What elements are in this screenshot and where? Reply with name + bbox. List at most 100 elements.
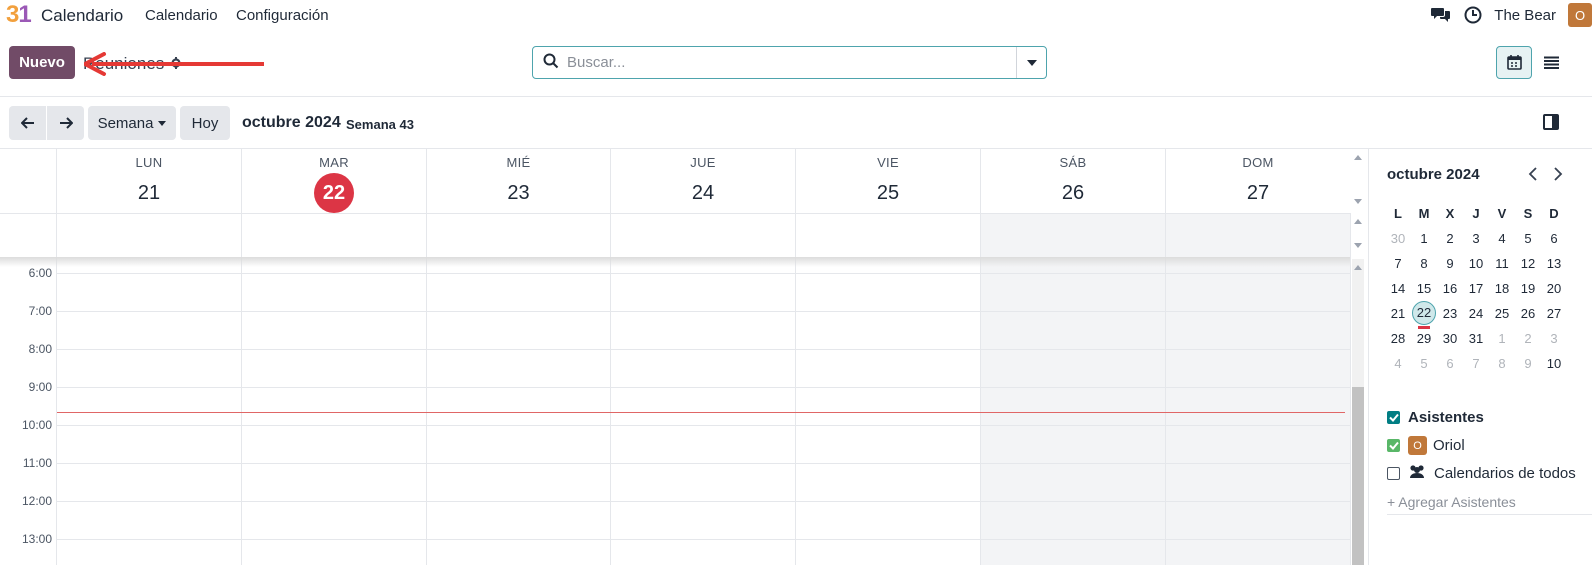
search-input[interactable] — [559, 47, 1016, 78]
mini-day[interactable]: 20 — [1541, 281, 1567, 296]
filter-attendee[interactable]: O Oriol — [1387, 436, 1465, 455]
scale-dropdown[interactable]: Semana — [88, 106, 176, 140]
checkbox-unchecked-icon[interactable] — [1387, 466, 1400, 480]
scroll-down-icon[interactable] — [1354, 199, 1362, 204]
scroll-up-icon[interactable] — [1354, 265, 1362, 270]
scrollbar-thumb[interactable] — [1352, 387, 1364, 565]
mini-day[interactable]: 23 — [1437, 306, 1463, 321]
day-header-sun[interactable]: DOM 27 — [1165, 149, 1350, 213]
calendar-view-button[interactable] — [1496, 46, 1532, 79]
filter-section-label: Asistentes — [1408, 409, 1484, 426]
mini-day[interactable]: 3 — [1463, 231, 1489, 246]
day-header-mon[interactable]: LUN 21 — [56, 149, 241, 213]
calendar-app-logo[interactable]: 31 — [6, 2, 32, 28]
mini-weekday-header: X — [1445, 206, 1455, 221]
day-header-fri[interactable]: VIE 25 — [795, 149, 980, 213]
mini-day[interactable]: 31 — [1463, 331, 1489, 346]
mini-day[interactable]: 17 — [1463, 281, 1489, 296]
mini-next-icon[interactable] — [1553, 167, 1563, 186]
current-time-line — [57, 412, 1345, 413]
mini-weekday-header: D — [1549, 206, 1559, 221]
mini-day[interactable]: 27 — [1541, 306, 1567, 321]
day-name: LUN — [135, 155, 163, 170]
mini-day[interactable]: 18 — [1489, 281, 1515, 296]
menu-configuracion[interactable]: Configuración — [236, 7, 329, 24]
mini-day[interactable]: 3 — [1541, 331, 1567, 346]
mini-day[interactable]: 4 — [1489, 231, 1515, 246]
mini-day[interactable]: 26 — [1515, 306, 1541, 321]
mini-day[interactable]: 13 — [1541, 256, 1567, 271]
mini-day[interactable]: 7 — [1385, 256, 1411, 271]
clock-icon[interactable] — [1462, 4, 1484, 26]
day-header-wed[interactable]: MIÉ 23 — [426, 149, 610, 213]
sidebar-toggle-icon[interactable] — [1543, 114, 1559, 130]
chat-icon[interactable] — [1430, 4, 1452, 26]
mini-weekday-header: V — [1497, 206, 1507, 221]
hour-label: 6:00 — [28, 266, 52, 280]
mini-day[interactable]: 15 — [1411, 281, 1437, 296]
mini-day[interactable]: 16 — [1437, 281, 1463, 296]
menu-calendario[interactable]: Calendario — [145, 7, 218, 24]
checkbox-checked-icon[interactable] — [1387, 439, 1400, 452]
week-grid: LUN 21 MAR 22 MIÉ 23 JUE 24 VIE 25 SÁB 26 DOM 2… — [0, 148, 1368, 565]
mini-day[interactable]: 2 — [1437, 231, 1463, 246]
hour-label: 8:00 — [28, 342, 52, 356]
all-day-row[interactable] — [0, 213, 1350, 258]
mini-day[interactable]: 1 — [1489, 331, 1515, 346]
mini-day[interactable]: 21 — [1385, 306, 1411, 321]
mini-day[interactable]: 29 — [1411, 331, 1437, 346]
checkbox-checked-icon[interactable] — [1387, 411, 1400, 424]
search-options-toggle[interactable] — [1016, 47, 1046, 78]
mini-day[interactable]: 7 — [1463, 356, 1489, 371]
mini-day[interactable]: 10 — [1463, 256, 1489, 271]
mini-day[interactable]: 9 — [1437, 256, 1463, 271]
add-attendees-link[interactable]: + Agregar Asistentes — [1387, 494, 1516, 510]
mini-day[interactable]: 12 — [1515, 256, 1541, 271]
grid-line — [1350, 213, 1351, 565]
scroll-up-icon[interactable] — [1354, 219, 1362, 224]
filter-section-attendees[interactable]: Asistentes — [1387, 409, 1484, 426]
hour-line — [57, 463, 1350, 464]
mini-day-selected[interactable]: 22 — [1412, 301, 1436, 325]
day-header-thu[interactable]: JUE 24 — [610, 149, 795, 213]
user-name[interactable]: The Bear — [1494, 7, 1556, 24]
day-name: SÁB — [1059, 155, 1087, 170]
mini-day[interactable]: 30 — [1437, 331, 1463, 346]
user-avatar[interactable]: O — [1568, 3, 1592, 27]
mini-day[interactable]: 14 — [1385, 281, 1411, 296]
list-view-button[interactable] — [1533, 46, 1569, 79]
mini-day[interactable]: 1 — [1411, 231, 1437, 246]
mini-day[interactable]: 11 — [1489, 256, 1515, 271]
scroll-down-icon[interactable] — [1354, 243, 1362, 248]
app-title[interactable]: Calendario — [41, 6, 123, 26]
hour-label: 11:00 — [22, 456, 52, 470]
everyone-calendars-label: Calendarios de todos — [1434, 464, 1576, 482]
next-button[interactable] — [47, 106, 84, 140]
mini-day[interactable]: 2 — [1515, 331, 1541, 346]
mini-day[interactable]: 24 — [1463, 306, 1489, 321]
mini-day[interactable]: 8 — [1411, 256, 1437, 271]
mini-weekday-header: J — [1472, 206, 1480, 221]
mini-day[interactable]: 4 — [1385, 356, 1411, 371]
mini-day[interactable]: 28 — [1385, 331, 1411, 346]
today-button[interactable]: Hoy — [180, 106, 230, 140]
mini-prev-icon[interactable] — [1528, 167, 1538, 186]
mini-day[interactable]: 5 — [1515, 231, 1541, 246]
mini-day[interactable]: 30 — [1385, 231, 1411, 246]
mini-day[interactable]: 8 — [1489, 356, 1515, 371]
mini-day[interactable]: 10 — [1541, 356, 1567, 371]
previous-button[interactable] — [9, 106, 46, 140]
mini-day[interactable]: 19 — [1515, 281, 1541, 296]
week-number: Semana 43 — [346, 117, 414, 132]
mini-day[interactable]: 6 — [1437, 356, 1463, 371]
day-header-tue[interactable]: MAR 22 — [241, 149, 426, 213]
mini-day[interactable]: 5 — [1411, 356, 1437, 371]
hour-line — [57, 501, 1350, 502]
new-button[interactable]: Nuevo — [9, 46, 75, 79]
day-header-sat[interactable]: SÁB 26 — [980, 149, 1165, 213]
filter-everyone[interactable]: Calendarios de todos — [1387, 464, 1576, 482]
mini-day[interactable]: 9 — [1515, 356, 1541, 371]
mini-day[interactable]: 25 — [1489, 306, 1515, 321]
scroll-up-icon[interactable] — [1354, 155, 1362, 160]
mini-day[interactable]: 6 — [1541, 231, 1567, 246]
